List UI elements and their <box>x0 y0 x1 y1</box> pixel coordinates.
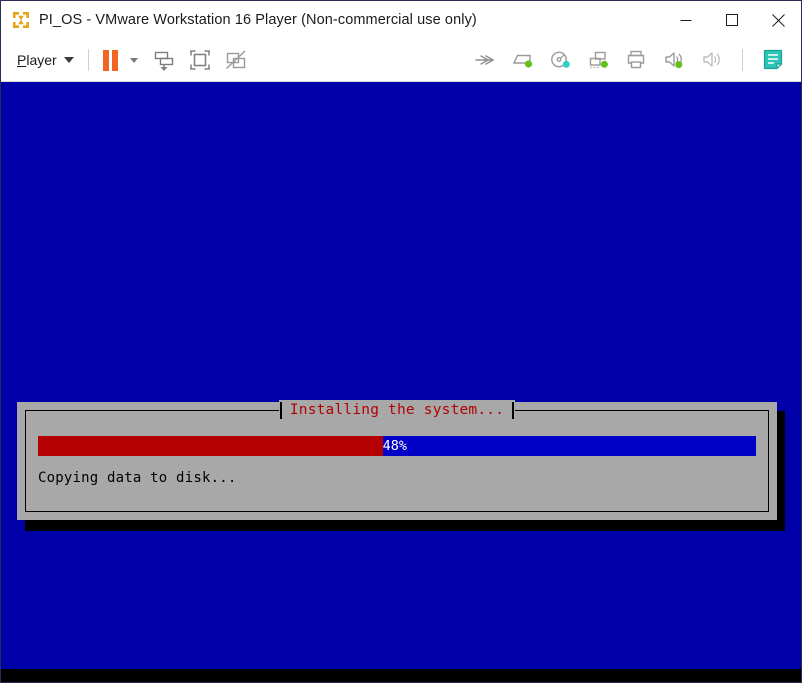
network-adapter-icon[interactable] <box>580 44 616 76</box>
installer-progress-percent: 48% <box>383 436 407 456</box>
toolbar: Player <box>1 39 801 82</box>
installer-progress-fill <box>38 436 383 456</box>
toolbar-divider-right <box>742 49 743 71</box>
notes-glyph-icon <box>760 47 786 73</box>
installer-dialog-title-bar: Installing the system... <box>26 400 768 420</box>
enter-fullscreen-button[interactable] <box>182 44 218 76</box>
send-key-icon <box>151 47 177 73</box>
chevron-down-icon <box>64 57 74 63</box>
player-menu-button[interactable]: Player <box>13 49 78 71</box>
unity-mode-button[interactable] <box>218 44 254 76</box>
pause-icon-bar-left <box>103 50 109 71</box>
device-status-icons <box>468 44 791 76</box>
fullscreen-icon <box>187 47 213 73</box>
pause-dropdown-button[interactable] <box>122 44 146 76</box>
sound-card-icon[interactable] <box>656 44 692 76</box>
vm-display[interactable]: Installing the system... 48% Copying dat… <box>1 82 801 682</box>
network-glyph-icon <box>585 47 611 73</box>
installer-progress-row: 48% <box>38 436 756 456</box>
cd-dvd-glyph-icon <box>547 47 573 73</box>
vm-display-bottom-band <box>1 669 801 682</box>
maximize-icon <box>726 14 738 26</box>
title-bar: PI_OS - VMware Workstation 16 Player (No… <box>1 1 801 39</box>
unity-mode-icon <box>223 47 249 73</box>
window-controls <box>663 1 801 39</box>
installer-status-text: Copying data to disk... <box>38 469 236 487</box>
speaker-icon[interactable] <box>694 44 730 76</box>
player-menu-mnemonic: P <box>17 52 26 68</box>
chevron-down-icon <box>130 58 138 63</box>
pause-icon-bar-right <box>112 50 118 71</box>
vmware-player-window: PI_OS - VMware Workstation 16 Player (No… <box>0 0 802 683</box>
speaker-glyph-icon <box>699 47 725 73</box>
pause-button[interactable] <box>99 44 122 76</box>
sound-card-glyph-icon <box>661 47 687 73</box>
installer-progress-bar: 48% <box>38 436 756 456</box>
floppy-icon[interactable] <box>468 44 502 76</box>
installer-dialog-frame: Installing the system... 48% Copying dat… <box>25 410 769 512</box>
toolbar-divider <box>88 49 89 71</box>
cd-dvd-icon[interactable] <box>542 44 578 76</box>
window-title: PI_OS - VMware Workstation 16 Player (No… <box>39 12 477 28</box>
hard-disk-glyph-icon <box>509 47 535 73</box>
close-icon <box>772 14 785 27</box>
send-ctrl-alt-del-button[interactable] <box>146 44 182 76</box>
printer-glyph-icon <box>623 47 649 73</box>
title-left-tick <box>280 402 282 419</box>
printer-icon[interactable] <box>618 44 654 76</box>
minimize-icon <box>680 14 692 26</box>
floppy-glyph-icon <box>473 48 497 72</box>
player-menu-rest: layer <box>26 52 56 68</box>
installer-dialog-title: Installing the system... <box>282 400 512 420</box>
minimize-button[interactable] <box>663 1 709 39</box>
player-menu-label: Player <box>17 52 57 68</box>
close-button[interactable] <box>755 1 801 39</box>
maximize-button[interactable] <box>709 1 755 39</box>
hard-disk-icon[interactable] <box>504 44 540 76</box>
installer-dialog: Installing the system... 48% Copying dat… <box>17 402 777 520</box>
title-right-tick <box>512 402 514 419</box>
vmware-logo-icon <box>11 10 31 30</box>
notes-icon[interactable] <box>755 44 791 76</box>
